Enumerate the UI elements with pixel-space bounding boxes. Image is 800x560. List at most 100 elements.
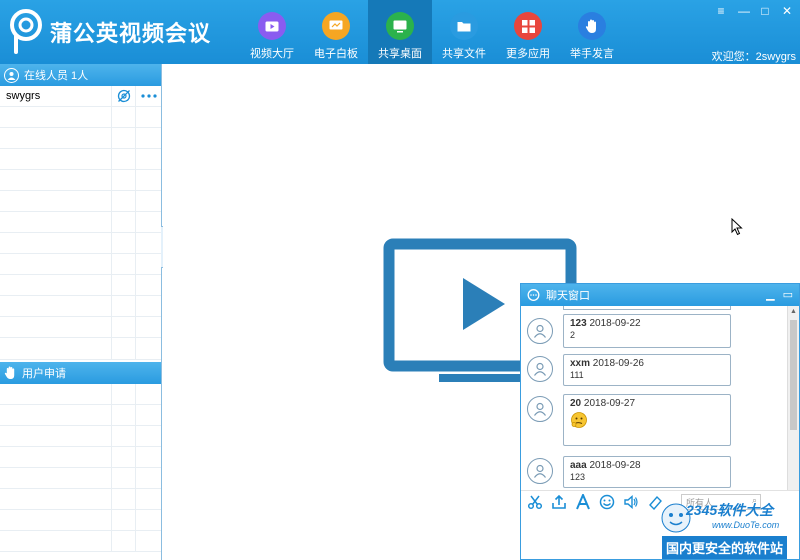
nav-label: 共享文件 bbox=[442, 48, 486, 60]
avatar-icon bbox=[527, 356, 553, 382]
chat-maximize-button[interactable]: ▭ bbox=[783, 288, 793, 301]
empty-row bbox=[0, 254, 161, 275]
empty-row bbox=[0, 468, 161, 489]
chat-window-controls: ▁ ▭ bbox=[766, 288, 793, 301]
empty-row bbox=[0, 149, 161, 170]
chat-minimize-button[interactable]: ▁ bbox=[766, 288, 774, 301]
chat-bubble-icon bbox=[527, 288, 540, 301]
empty-row bbox=[0, 447, 161, 468]
watermark-url: www.DuoTe.com bbox=[712, 520, 780, 530]
scroll-up-icon[interactable]: ▲ bbox=[790, 308, 797, 315]
sidebar: 在线人员 1人 swygrs 用户申请 bbox=[0, 64, 162, 560]
nav-label: 举手发言 bbox=[570, 48, 614, 60]
online-panel-title: 在线人员 1人 bbox=[24, 70, 89, 82]
scissors-icon[interactable] bbox=[527, 494, 543, 510]
empty-row bbox=[0, 191, 161, 212]
nav-label: 视频大厅 bbox=[250, 48, 294, 60]
nav-label: 电子白板 bbox=[314, 48, 358, 60]
online-panel-header: 在线人员 1人 bbox=[0, 64, 161, 86]
message-bubble: xxm 2018-09-26 111 bbox=[563, 354, 731, 386]
empty-row bbox=[0, 212, 161, 233]
chat-title: 聊天窗口 bbox=[546, 290, 590, 302]
empty-row bbox=[0, 338, 161, 360]
scroll-thumb[interactable] bbox=[790, 320, 797, 430]
share-desktop-icon bbox=[386, 12, 414, 40]
upload-icon[interactable] bbox=[551, 494, 567, 510]
request-panel-title: 用户申请 bbox=[22, 368, 66, 380]
empty-row bbox=[0, 510, 161, 531]
nav-video-hall[interactable]: 视频大厅 bbox=[240, 0, 304, 64]
menu-button[interactable]: ≡ bbox=[716, 4, 726, 18]
message-bubble: 20 2018-09-27 bbox=[563, 394, 731, 446]
camera-off-icon[interactable] bbox=[112, 86, 136, 106]
empty-row bbox=[0, 405, 161, 426]
user-name: swygrs bbox=[0, 86, 112, 106]
online-user-list: swygrs bbox=[0, 86, 161, 360]
nav-label: 更多应用 bbox=[506, 48, 550, 60]
nav-label: 共享桌面 bbox=[378, 48, 422, 60]
empty-row bbox=[0, 170, 161, 191]
message-date: 2018-09-27 bbox=[583, 398, 636, 409]
more-apps-icon bbox=[514, 12, 542, 40]
font-icon[interactable] bbox=[575, 493, 591, 510]
speaker-icon[interactable] bbox=[623, 494, 639, 510]
raise-hand-icon bbox=[578, 12, 606, 40]
message-date: 2018-09-26 bbox=[592, 358, 644, 369]
previous-message-bubble bbox=[563, 306, 731, 310]
empty-row bbox=[0, 384, 161, 405]
empty-row bbox=[0, 107, 161, 128]
video-hall-icon bbox=[258, 12, 286, 40]
watermark-title: 2345软件大全 bbox=[686, 502, 774, 518]
close-button[interactable]: ✕ bbox=[782, 4, 792, 18]
chat-scrollbar[interactable]: ▲ bbox=[787, 306, 799, 506]
more-options-icon[interactable] bbox=[136, 86, 161, 106]
minimize-button[interactable]: — bbox=[738, 4, 750, 18]
app-logo-icon bbox=[10, 9, 42, 54]
watermark: 2345软件大全 www.DuoTe.com 国内更安全的软件站 bbox=[656, 498, 800, 560]
emoji-icon[interactable] bbox=[599, 494, 615, 510]
message-user: 123 bbox=[570, 318, 587, 329]
nav-share-file[interactable]: 共享文件 bbox=[432, 0, 496, 64]
empty-row bbox=[0, 128, 161, 149]
emoji-thinking-icon bbox=[571, 412, 587, 428]
nav-whiteboard[interactable]: 电子白板 bbox=[304, 0, 368, 64]
maximize-button[interactable]: □ bbox=[760, 4, 770, 18]
empty-row bbox=[0, 296, 161, 317]
message-user: aaa bbox=[570, 460, 587, 471]
message-user: 20 bbox=[570, 398, 582, 409]
share-file-icon bbox=[450, 12, 478, 40]
empty-row bbox=[0, 233, 161, 254]
nav-share-desktop[interactable]: 共享桌面 bbox=[368, 0, 432, 64]
chat-message-list: 123 2018-09-22 2 xxm 2018-09-26 111 20 2… bbox=[521, 306, 787, 506]
message-date: 2018-09-22 bbox=[589, 318, 641, 329]
app-title: 蒲公英视频会议 bbox=[50, 22, 212, 47]
message-bubble: aaa 2018-09-28 123 bbox=[563, 456, 731, 488]
avatar-icon bbox=[527, 396, 553, 422]
message-text: 123 bbox=[570, 472, 586, 482]
message-text: 2 bbox=[570, 330, 576, 340]
avatar-icon bbox=[527, 458, 553, 484]
request-list bbox=[0, 384, 161, 552]
message-text: 111 bbox=[570, 370, 584, 380]
nav-more-apps[interactable]: 更多应用 bbox=[496, 0, 560, 64]
message-date: 2018-09-28 bbox=[589, 460, 641, 471]
mouse-cursor-icon bbox=[731, 218, 743, 236]
user-row[interactable]: swygrs bbox=[0, 86, 161, 107]
empty-row bbox=[0, 275, 161, 296]
nav-raise-hand[interactable]: 举手发言 bbox=[560, 0, 624, 64]
hand-icon bbox=[4, 366, 15, 380]
empty-row bbox=[0, 531, 161, 552]
whiteboard-icon bbox=[322, 12, 350, 40]
message-bubble: 123 2018-09-22 2 bbox=[563, 314, 731, 348]
avatar-icon bbox=[527, 318, 553, 344]
title-bar: 蒲公英视频会议 视频大厅 电子白板 共享桌面 共享文件 更多应用 举手发言 ≡ … bbox=[0, 0, 800, 64]
chat-header: 聊天窗口 ▁ ▭ bbox=[521, 284, 799, 306]
watermark-slogan: 国内更安全的软件站 bbox=[662, 536, 788, 559]
welcome-text: 欢迎您：2swygrs bbox=[711, 51, 796, 63]
main-nav: 视频大厅 电子白板 共享桌面 共享文件 更多应用 举手发言 bbox=[240, 0, 624, 64]
empty-row bbox=[0, 317, 161, 338]
request-panel-header: 用户申请 bbox=[0, 362, 161, 384]
user-icon bbox=[4, 67, 19, 83]
window-controls: ≡ — □ ✕ bbox=[716, 4, 792, 18]
message-user: xxm bbox=[570, 358, 591, 369]
